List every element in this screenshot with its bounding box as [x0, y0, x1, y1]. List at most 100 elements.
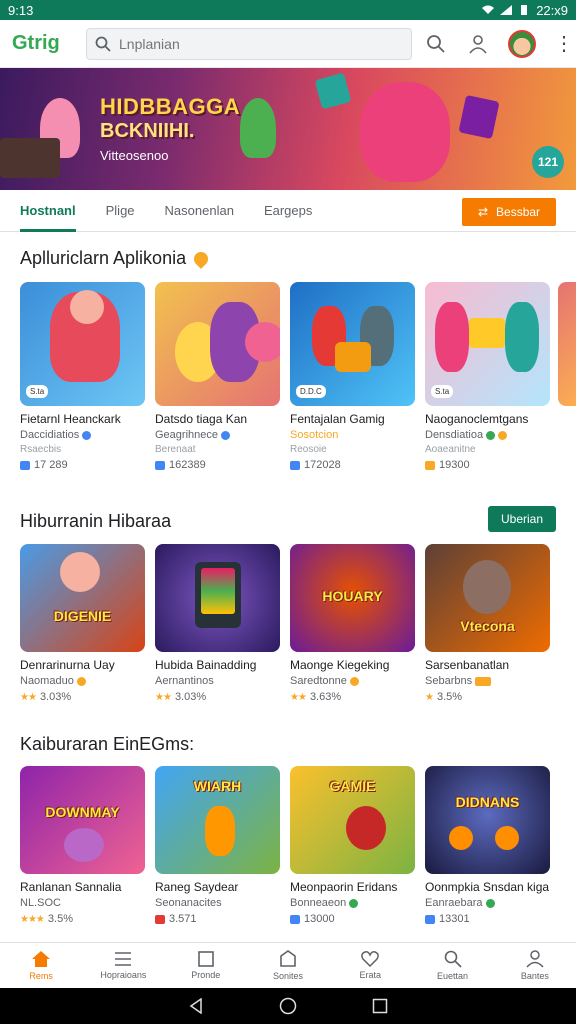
- game-card[interactable]: Vtecona Sarsenbanatlan Sebarbns ★ 3.5%: [425, 544, 550, 703]
- section-1-heading: Aplluriclarn Aplikonia: [20, 248, 187, 268]
- badge-icon: [155, 914, 165, 924]
- nav-profile[interactable]: Bantes: [494, 943, 576, 988]
- app-card[interactable]: D.D.C Fentajalan Gamig Sosotcion Reosoie…: [290, 282, 415, 471]
- nav-sonites[interactable]: Sonites: [247, 943, 329, 988]
- search-icon: [95, 36, 111, 52]
- app-developer: Reosoie: [290, 444, 327, 455]
- search-button[interactable]: [424, 32, 448, 56]
- app-logo[interactable]: Gtrig: [12, 32, 86, 55]
- game-logo-text: Vtecona: [460, 618, 515, 634]
- nav-erata[interactable]: Erata: [329, 943, 411, 988]
- app-card[interactable]: S.ta Naoganoclemtgans Densdiatioa Aoaean…: [425, 282, 550, 471]
- app-badge: S.ta: [431, 385, 454, 398]
- wifi-icon: [482, 5, 495, 14]
- game-card[interactable]: Hubida Bainadding Aernantinos ★★ 3.03%: [155, 544, 280, 703]
- nav-pronde[interactable]: Pronde: [165, 943, 247, 988]
- app-title: Naoganoclemtgans: [425, 412, 529, 426]
- app-card-peek[interactable]: [558, 282, 576, 472]
- hero-banner[interactable]: HIDBBAGGA BCKNIIHI. Vitteosenoo 121: [0, 68, 576, 190]
- game-category: Eanraebara: [425, 897, 550, 909]
- orange-button-label: Bessbar: [496, 205, 541, 219]
- tab-eargeps[interactable]: Eargeps: [264, 190, 312, 232]
- app-card[interactable]: S.ta Fietarnl Heanckark Daccidiatios Rsa…: [20, 282, 145, 471]
- verified-icon: [349, 898, 359, 908]
- game-rating: ★★ 3.63%: [290, 691, 342, 703]
- stars-icon: ★★: [290, 691, 307, 703]
- game-title: Maonge Kiegeking: [290, 658, 390, 672]
- game-category: Aernantinos: [155, 675, 214, 687]
- app-downloads: 19300: [425, 459, 550, 471]
- heart-icon: [361, 951, 380, 967]
- game-category: Seonanacites: [155, 897, 222, 909]
- game-card[interactable]: HOUARY Maonge Kiegeking Saredtonne ★★ 3.6…: [290, 544, 415, 703]
- game-card[interactable]: DIDNANS Oonmpkia Snsdan kiga Eanraebara …: [425, 766, 550, 925]
- game-card[interactable]: DOWNMAY Ranlanan Sannalia NL.SOC ★★★ 3.5%: [20, 766, 145, 925]
- home-circle-icon[interactable]: [279, 997, 297, 1015]
- nav-search[interactable]: Euettan: [411, 943, 493, 988]
- see-more-button[interactable]: Uberian: [488, 506, 556, 532]
- list-icon: [115, 952, 132, 966]
- game-category: Bonneaeon: [290, 897, 415, 909]
- app-title: Fentajalan Gamig: [290, 412, 385, 426]
- game-card[interactable]: DIGENIE Denrarinurna Uay Naomaduo ★★ 3.03…: [20, 544, 145, 703]
- orange-action-button[interactable]: ⇄ Bessbar: [462, 198, 556, 226]
- game-card[interactable]: WIARH Raneg Saydear Seonanacites 3.571: [155, 766, 280, 925]
- game-category: Saredtonne: [290, 675, 415, 687]
- verified-icon: [82, 430, 92, 440]
- status-right-text: 22:x9: [536, 2, 568, 18]
- arrows-icon: ⇄: [477, 205, 489, 219]
- app-row-1: S.ta Fietarnl Heanckark Daccidiatios Rsa…: [20, 282, 550, 471]
- app-category: Sosotcion: [290, 429, 339, 441]
- header-actions: ⋮: [424, 29, 574, 58]
- battery-icon: [521, 5, 528, 15]
- home-icon: [32, 951, 51, 967]
- tab-home[interactable]: Hostnanl: [20, 190, 76, 232]
- nav-home[interactable]: Rems: [0, 943, 82, 988]
- back-icon[interactable]: [188, 998, 204, 1014]
- game-logo-text: HOUARY: [322, 588, 383, 604]
- search-input[interactable]: [119, 35, 389, 52]
- nav-label: Pronde: [191, 970, 221, 980]
- app-developer: Aoaeanitne: [425, 444, 476, 455]
- avatar[interactable]: [508, 29, 536, 58]
- game-card[interactable]: GAMIE Meonpaorin Eridans Bonneaeon 13000: [290, 766, 415, 925]
- banner-device: [0, 138, 60, 178]
- tab-nasonenlan[interactable]: Nasonenlan: [165, 190, 234, 232]
- game-logo-text: WIARH: [193, 778, 242, 794]
- recents-icon[interactable]: [372, 998, 388, 1014]
- nav-categories[interactable]: Hopraioans: [82, 943, 164, 988]
- stars-icon: ★★★: [20, 913, 45, 925]
- verified-icon: [485, 898, 495, 908]
- game-title: Raneg Saydear: [155, 880, 239, 894]
- game-thumbnail: DOWNMAY: [20, 766, 145, 874]
- game-title: Denrarinurna Uay: [20, 658, 115, 672]
- app-header: Gtrig ⋮: [0, 20, 576, 68]
- location-pin-icon: [191, 248, 211, 269]
- game-thumbnail: WIARH: [155, 766, 280, 874]
- app-row-2: DIGENIE Denrarinurna Uay Naomaduo ★★ 3.03…: [20, 544, 550, 703]
- nav-label: Rems: [29, 971, 53, 981]
- status-time: 9:13: [8, 2, 34, 18]
- search-box[interactable]: [86, 27, 412, 60]
- search-icon: [444, 950, 462, 968]
- stars-icon: ★: [425, 691, 434, 703]
- tab-plige[interactable]: Plige: [106, 190, 135, 232]
- nav-label: Euettan: [437, 971, 469, 981]
- download-icon: [425, 914, 435, 924]
- game-rating: ★★ 3.03%: [155, 691, 207, 703]
- section-title-1: Aplluriclarn Aplikonia: [20, 248, 211, 269]
- app-thumbnail: [155, 282, 280, 406]
- banner-subtitle: BCKNIIHI.: [100, 120, 195, 142]
- app-card[interactable]: Datsdo tiaga Kan Geagrihnece Berenaat 16…: [155, 282, 280, 471]
- more-vert-icon[interactable]: ⋮: [554, 31, 574, 56]
- person-icon: [469, 34, 487, 54]
- app-title: Fietarnl Heanckark: [20, 412, 121, 426]
- tag-icon: [475, 676, 492, 686]
- app-row-3: DOWNMAY Ranlanan Sannalia NL.SOC ★★★ 3.5%…: [20, 766, 550, 925]
- banner-badge: 121: [532, 146, 564, 178]
- app-thumbnail: S.ta: [425, 282, 550, 406]
- download-icon: [20, 460, 30, 470]
- game-category: Naomaduo: [20, 675, 145, 687]
- square-icon: [197, 951, 214, 967]
- account-button[interactable]: [466, 32, 490, 56]
